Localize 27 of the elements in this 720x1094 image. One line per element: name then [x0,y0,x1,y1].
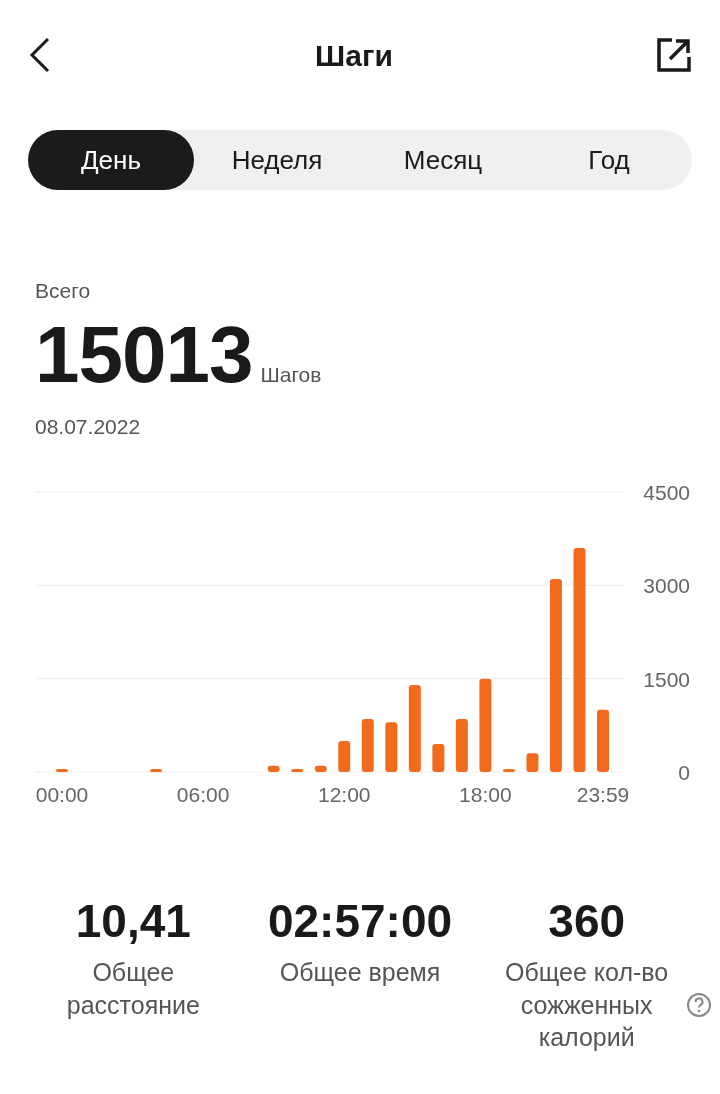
stat-label: Общее расстояние [65,957,201,1021]
x-tick-label: 23:59 [576,783,630,806]
back-icon[interactable] [28,37,52,73]
stat-value: 360 [547,894,627,949]
period-tab[interactable]: Год [526,130,692,190]
stat-value: 02:57:00 [266,894,454,949]
x-tick-label: 06:00 [176,783,230,806]
stat-label: Общее кол-во сожженных калорий [504,957,670,1053]
period-tab[interactable]: Неделя [194,130,360,190]
y-tick-label: 1500 [643,667,690,691]
period-tab[interactable]: Месяц [360,130,526,190]
y-tick-label: 0 [678,761,690,784]
total-label: Всего [35,278,92,304]
date-label: 08.07.2022 [35,413,142,440]
period-tab[interactable]: День [28,130,194,190]
share-icon[interactable] [656,37,692,73]
y-tick-label: 3000 [643,574,690,598]
y-tick-label: 4500 [643,482,690,504]
page-title: Шаги [315,37,393,74]
help-icon[interactable] [686,992,712,1018]
steps-unit: Шагов [260,362,322,388]
x-tick-label: 12:00 [318,783,371,806]
x-tick-label: 18:00 [459,783,512,806]
stat-label: Общее время [278,957,442,988]
x-tick-label: 00:00 [35,783,89,806]
stat-value: 10,41 [74,894,192,949]
steps-total: 15013 [35,314,253,395]
